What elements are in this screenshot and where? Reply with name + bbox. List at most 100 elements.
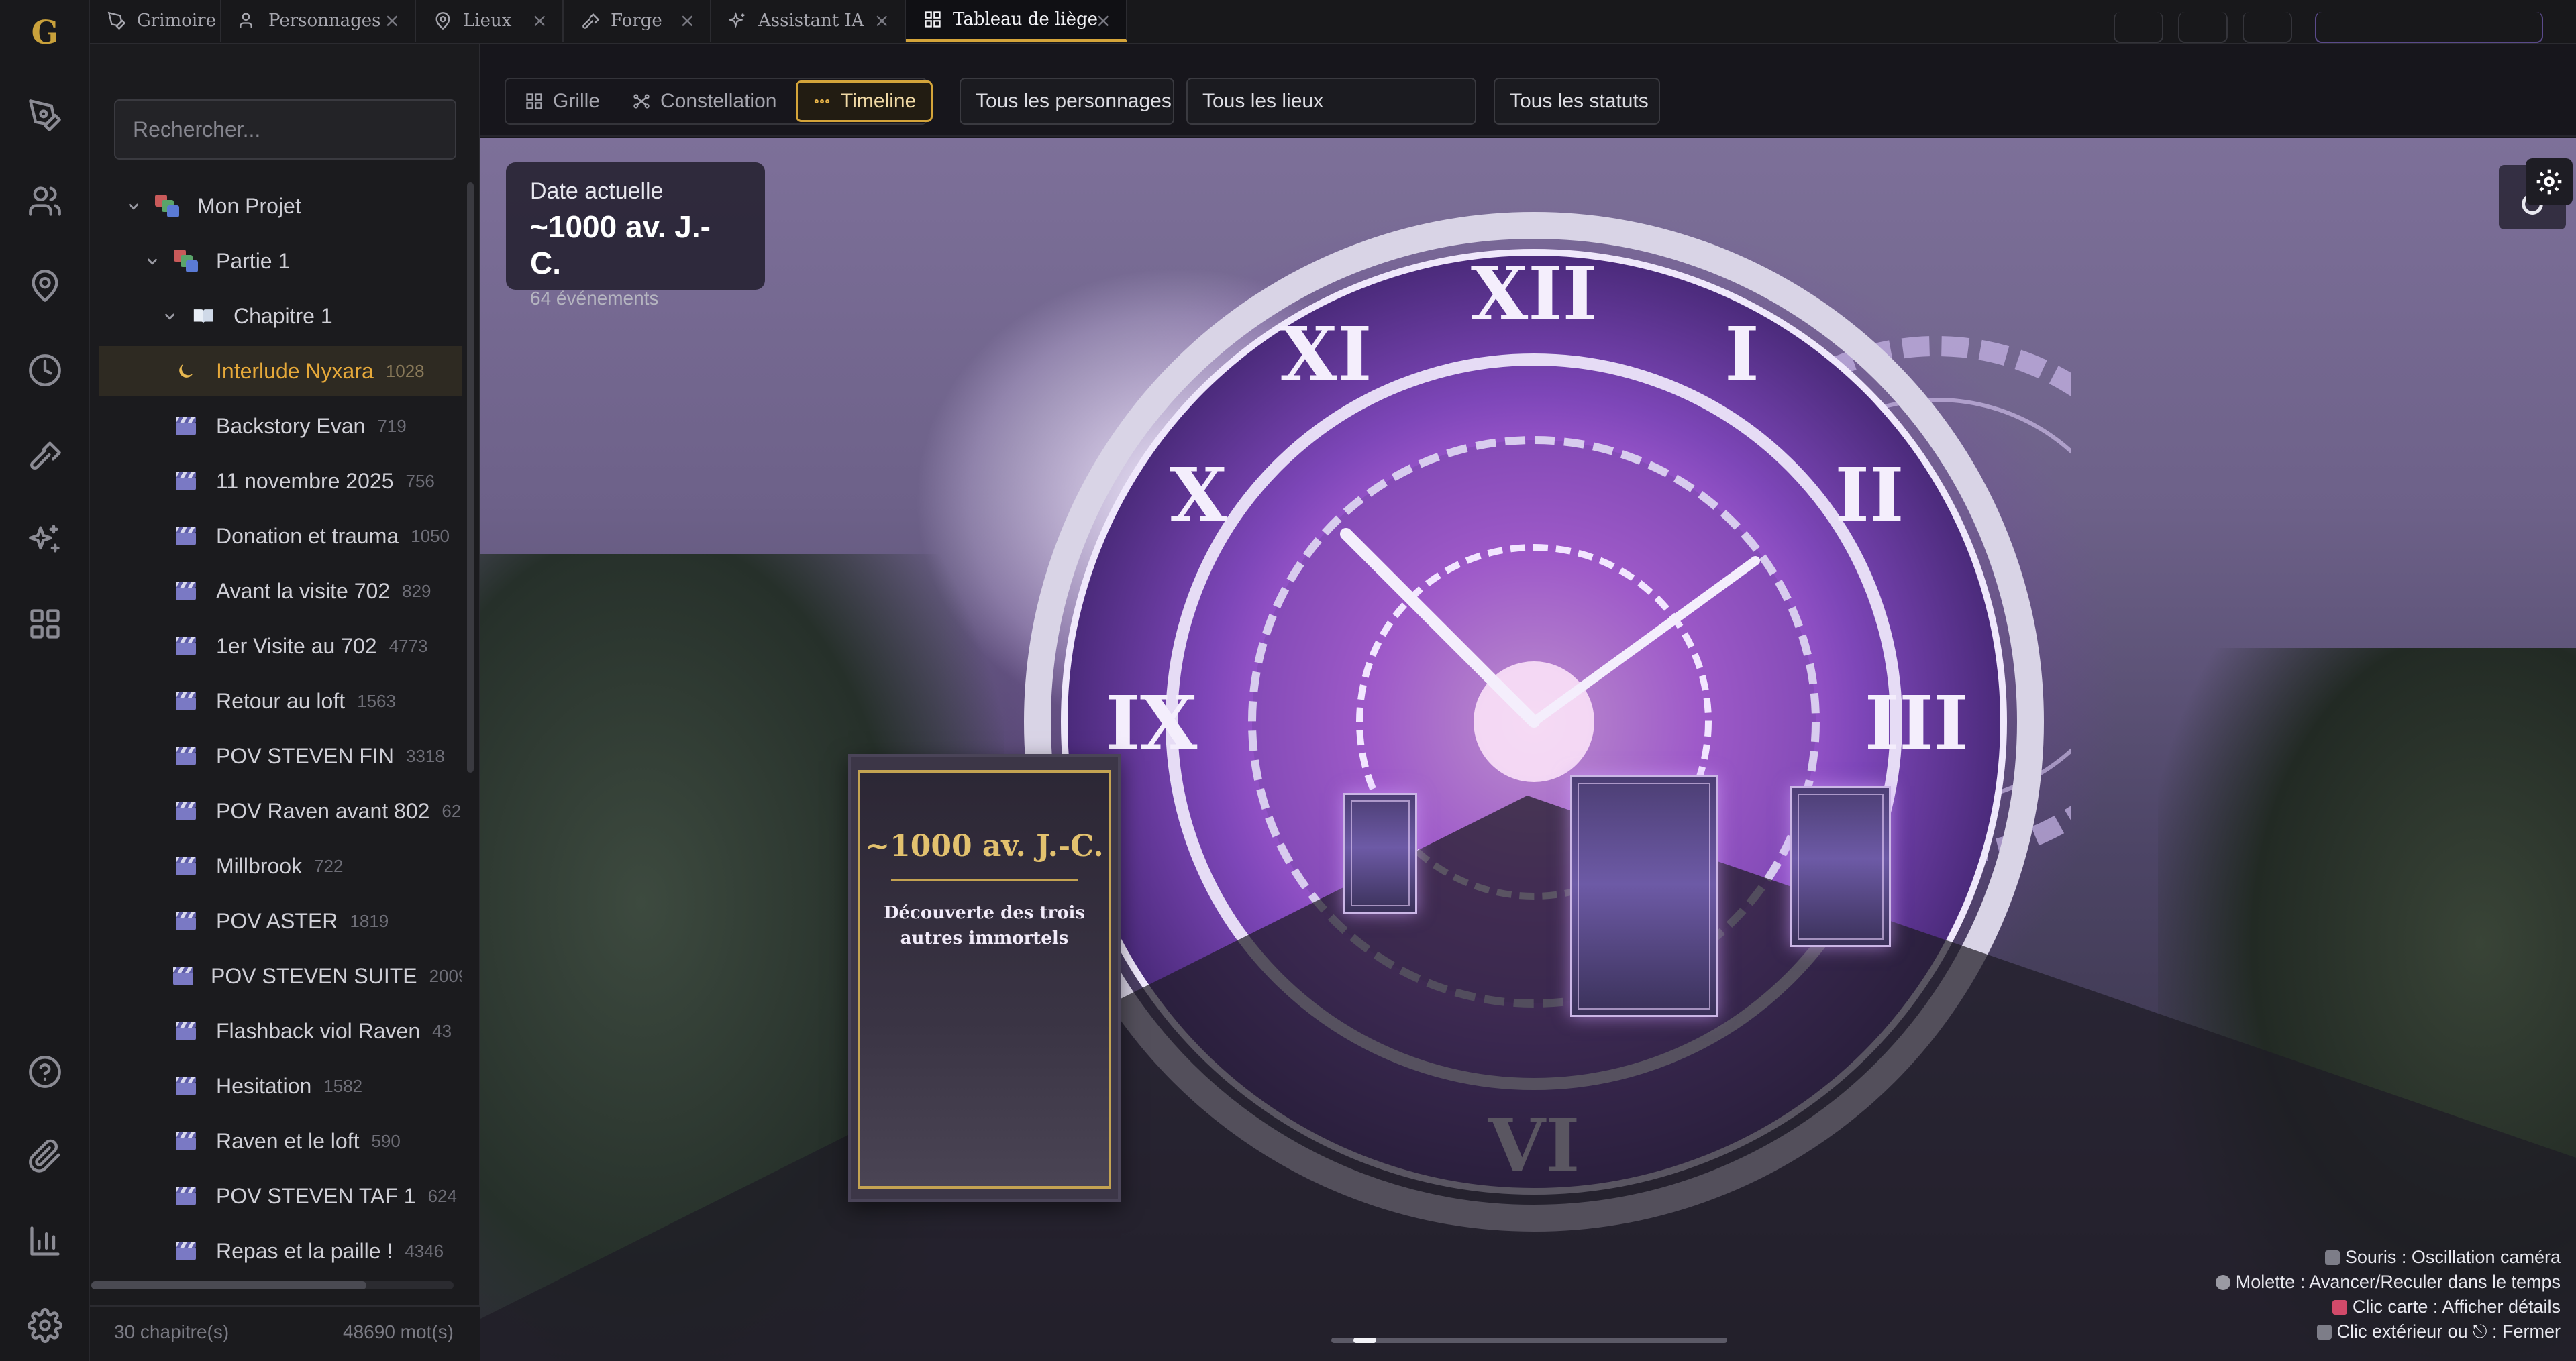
filter-characters-select[interactable]: Tous les personnages [960, 78, 1174, 125]
timeline-event-card[interactable] [1343, 793, 1417, 914]
close-icon[interactable]: × [874, 9, 890, 32]
project-sidebar: Mon Projet Partie 1 Chapitre 1 Interlude Ny… [90, 44, 480, 1361]
tree-item-label: Interlude Nyxara [216, 358, 374, 383]
sidebar-footer: 30 chapitre(s) 48690 mot(s) [90, 1305, 480, 1361]
help-line: Clic carte : Afficher détails [2118, 1295, 2561, 1319]
tree-scene-item[interactable]: Retour au loft 1563 [99, 676, 462, 726]
view-label: Timeline [841, 90, 917, 112]
clock-icon[interactable] [25, 350, 65, 390]
tree-scene-item[interactable]: Backstory Evan 719 [99, 401, 462, 451]
tab-personnages[interactable]: Personnages × [221, 0, 416, 42]
tree-scene-item[interactable]: POV STEVEN FIN 3318 [99, 731, 462, 781]
timeline-progress-thumb[interactable] [1353, 1338, 1377, 1343]
grid-icon [923, 9, 943, 30]
tree-scene-item[interactable]: Millbrook 722 [99, 841, 462, 891]
tree-scene-item[interactable]: Repas et la paille ! 4346 [99, 1226, 462, 1276]
chevron-down-icon[interactable] [145, 254, 160, 268]
tree-scene-item[interactable]: 11 novembre 2025 756 [99, 456, 462, 506]
sidebar-scrollbar[interactable] [467, 182, 474, 773]
card-date: ~1000 av. J.-C. [865, 829, 1104, 863]
tree-scene-item[interactable]: Raven et le loft 590 [99, 1116, 462, 1166]
tree-scene-item[interactable]: POV ASTER 1819 [99, 896, 462, 946]
timeline-event-card-selected[interactable]: ~1000 av. J.-C. Découverte des trois aut… [848, 754, 1121, 1202]
help-circle-icon[interactable] [25, 1052, 65, 1092]
tree-project-item[interactable]: Mon Projet [99, 181, 462, 231]
clapperboard-icon [173, 578, 199, 604]
tree-scene-item[interactable]: Flashback viol Raven 43 [99, 1006, 462, 1056]
view-label: Grille [553, 90, 601, 112]
tree-scene-item[interactable]: POV STEVEN SUITE 2009 [99, 951, 462, 1001]
tab-assistant-ia[interactable]: Assistant IA × [711, 0, 906, 42]
tree-scene-item[interactable]: Hesitation 1582 [99, 1061, 462, 1111]
tree-chapter-item[interactable]: Chapitre 1 [99, 291, 462, 341]
tab-label: Grimoire [137, 11, 216, 31]
filter-places-select[interactable]: Tous les lieux [1186, 78, 1476, 125]
chevron-down-icon[interactable] [162, 309, 177, 323]
icon-rail: G [0, 0, 90, 1361]
view-grid-button[interactable]: Grille [525, 80, 600, 122]
filter-statuses-select[interactable]: Tous les statuts [1494, 78, 1660, 125]
sidebar-horizontal-scrollbar[interactable] [91, 1281, 454, 1289]
timeline-event-card[interactable] [1570, 775, 1718, 1017]
clapperboard-icon [173, 908, 199, 934]
book-icon [191, 303, 216, 329]
timeline-scene[interactable]: XII I II III XI X IX VI ~1000 av. J.-C. [480, 138, 2576, 1361]
clapperboard-icon [173, 523, 199, 549]
clapperboard-icon [173, 1018, 199, 1044]
tree-scene-item[interactable]: Avant la visite 702 829 [99, 566, 462, 616]
toolbar-button[interactable] [2114, 12, 2163, 43]
current-date-value: ~1000 av. J.-C. [530, 209, 711, 280]
help-text: Souris : Oscillation caméra [2345, 1247, 2561, 1267]
tab-grimoire[interactable]: Grimoire [90, 0, 221, 42]
map-pin-icon[interactable] [25, 266, 65, 306]
grid-icon[interactable] [25, 604, 65, 644]
tab-forge[interactable]: Forge × [564, 0, 711, 42]
toolbar-button[interactable] [2178, 12, 2228, 43]
app-logo[interactable]: G [0, 9, 90, 56]
timeline-settings-button[interactable] [2526, 158, 2573, 205]
toolbar-button[interactable] [2315, 12, 2543, 43]
tree-scene-item[interactable]: 1er Visite au 702 4773 [99, 621, 462, 671]
tab-label: Personnages [268, 11, 381, 31]
toolbar-button[interactable] [2243, 12, 2292, 43]
word-count-badge: 1028 [385, 360, 425, 381]
tree-scene-item[interactable]: POV Raven avant 802 62 [99, 786, 462, 836]
grid-icon [526, 93, 542, 109]
tree-item-label: Repas et la paille ! [216, 1238, 393, 1263]
bar-chart-icon[interactable] [25, 1221, 65, 1261]
gear-icon[interactable] [25, 1305, 65, 1346]
tab-tableau-de-liege[interactable]: Tableau de liège × [906, 0, 1127, 42]
pen-nib-icon[interactable] [25, 95, 65, 135]
view-timeline-button[interactable]: Timeline [796, 80, 933, 122]
tree-scene-item[interactable]: Donation et trauma 1050 [99, 511, 462, 561]
tab-label: Assistant IA [758, 11, 864, 31]
close-icon[interactable]: × [532, 9, 548, 32]
chevron-down-icon[interactable] [126, 199, 141, 213]
help-text: Clic extérieur ou ⎋ : Fermer [2336, 1321, 2561, 1342]
tree-scene-item[interactable]: Interlude Nyxara 1028 [99, 346, 462, 396]
tree-part-item[interactable]: Partie 1 [99, 236, 462, 286]
tree-scene-item[interactable]: POV STEVEN TAF 1 624 [99, 1171, 462, 1221]
search-input[interactable] [114, 99, 456, 160]
close-icon[interactable]: × [680, 9, 695, 32]
timeline-progress[interactable] [1331, 1338, 1727, 1343]
tab-lieux[interactable]: Lieux × [416, 0, 564, 42]
current-date-panel: Date actuelle ~1000 av. J.-C. 64 événeme… [506, 162, 765, 309]
hammer-icon[interactable] [25, 435, 65, 475]
users-icon[interactable] [25, 181, 65, 221]
clapperboard-icon [173, 853, 199, 879]
paperclip-icon[interactable] [25, 1136, 65, 1177]
dots-icon [814, 99, 830, 104]
word-count-badge: 43 [432, 1020, 452, 1041]
view-constellation-button[interactable]: Constellation [632, 80, 776, 122]
word-count-badge: 4773 [389, 635, 428, 656]
word-count-badge: 722 [314, 855, 344, 876]
word-count-badge: 4346 [405, 1240, 444, 1261]
moon-icon [173, 358, 199, 384]
close-icon[interactable]: × [384, 9, 400, 32]
map-pin-icon [433, 11, 454, 31]
tree-item-label: Backstory Evan [216, 413, 366, 438]
timeline-event-card[interactable] [1790, 786, 1891, 947]
sparkles-icon[interactable] [25, 519, 65, 559]
close-icon[interactable]: × [1096, 9, 1111, 32]
